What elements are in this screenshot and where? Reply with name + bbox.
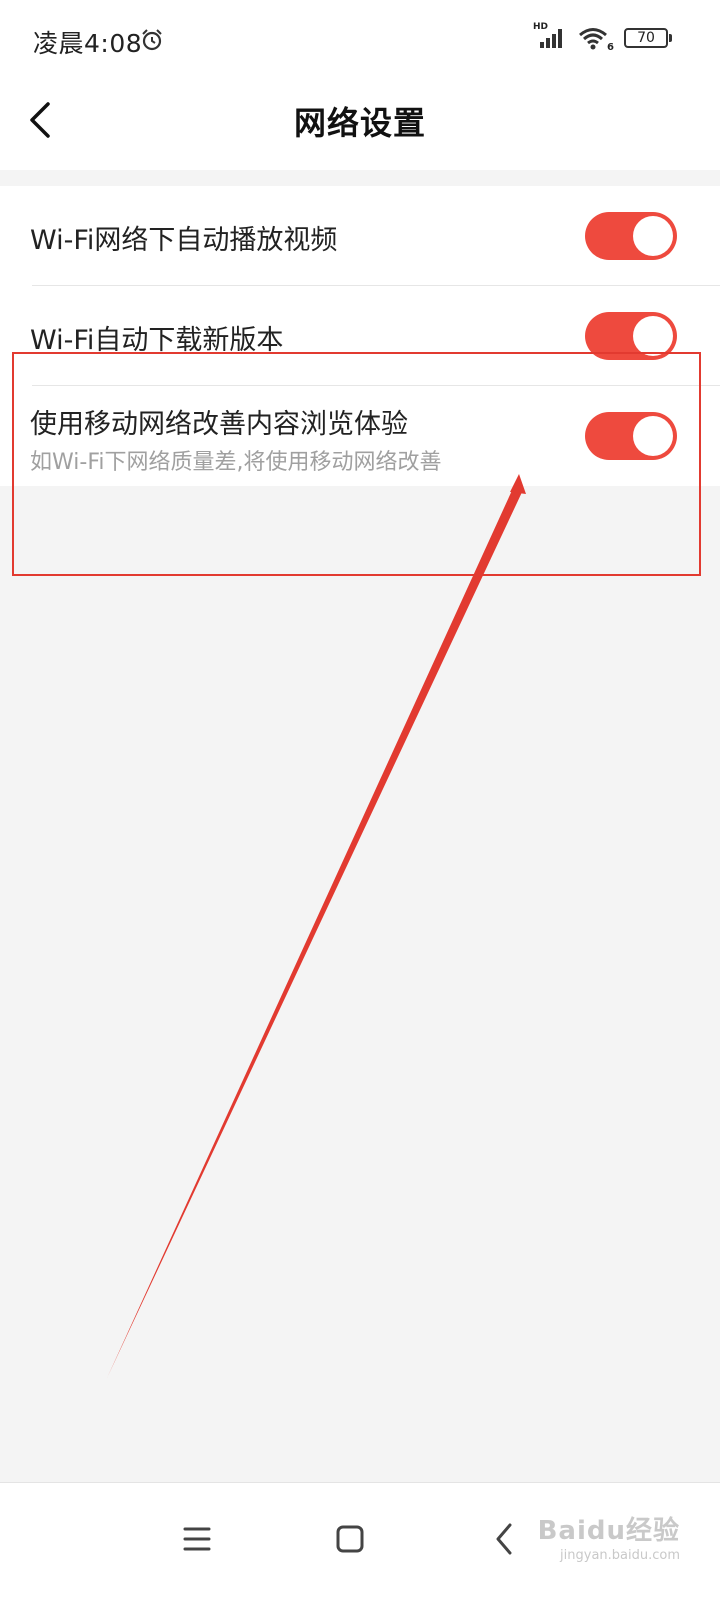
- setting-description: 如Wi-Fi下网络质量差,将使用移动网络改善: [30, 450, 442, 475]
- nav-back-button[interactable]: [474, 1509, 534, 1569]
- header: 网络设置: [0, 84, 720, 170]
- battery-icon: 70: [624, 28, 672, 48]
- watermark: Baidu经验: [537, 1516, 680, 1546]
- alarm-icon: [140, 28, 164, 56]
- autoplay-video-toggle[interactable]: [585, 212, 677, 260]
- menu-button[interactable]: [167, 1509, 227, 1569]
- page-title: 网络设置: [293, 104, 426, 142]
- watermark-subtext: jingyan.baidu.com: [560, 1548, 680, 1563]
- setting-label: 使用移动网络改善内容浏览体验: [30, 409, 408, 440]
- hd-label: HD: [533, 22, 549, 32]
- setting-label: Wi-Fi自动下载新版本: [30, 325, 284, 356]
- toggle-knob: [633, 216, 673, 256]
- auto-download-toggle[interactable]: [585, 312, 677, 360]
- status-time: 凌晨4:08: [33, 29, 143, 58]
- toggle-knob: [633, 416, 673, 456]
- settings-list: Wi-Fi网络下自动播放视频 Wi-Fi自动下载新版本 使用移动网络改善内容浏览…: [0, 186, 720, 486]
- wifi-icon: 6: [578, 26, 614, 53]
- toggle-knob: [633, 316, 673, 356]
- mobile-network-toggle[interactable]: [585, 412, 677, 460]
- status-icons: HD 6 70: [533, 22, 672, 53]
- back-icon: [496, 1523, 512, 1555]
- setting-row-mobile-network: 使用移动网络改善内容浏览体验 如Wi-Fi下网络质量差,将使用移动网络改善: [0, 386, 720, 486]
- setting-row-autoplay-video: Wi-Fi网络下自动播放视频: [0, 186, 720, 286]
- status-bar: 凌晨4:08 HD 6 70: [0, 0, 720, 84]
- home-icon: [336, 1525, 364, 1553]
- home-button[interactable]: [320, 1509, 380, 1569]
- menu-icon: [183, 1527, 211, 1551]
- signal-icon: HD: [533, 22, 568, 50]
- setting-row-auto-download: Wi-Fi自动下载新版本: [0, 286, 720, 386]
- wifi-label: 6: [607, 42, 614, 53]
- setting-label: Wi-Fi网络下自动播放视频: [30, 225, 338, 256]
